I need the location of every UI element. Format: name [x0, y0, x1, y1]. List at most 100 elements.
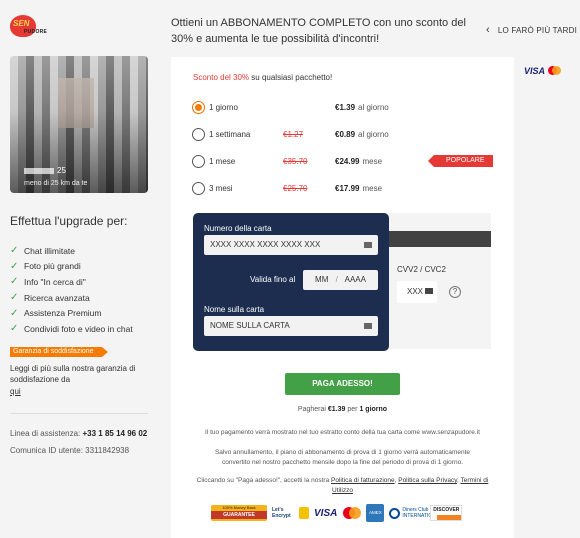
check-icon: ✓: [10, 245, 19, 257]
keyboard-icon: [364, 242, 372, 248]
guarantee-link[interactable]: qui: [10, 387, 21, 396]
diners-club-badge: Diners Club INTERNATIONAL: [389, 507, 442, 519]
feature-label: Chat illimitate: [24, 245, 76, 256]
check-icon: ✓: [10, 307, 19, 319]
support-phone[interactable]: +33 1 85 14 96 02: [83, 429, 148, 438]
sidebar: SEN PUDORE 25 meno di 25 km da te Effett…: [0, 0, 160, 538]
plan-price: €24.99 mese: [335, 157, 382, 166]
card-number-input[interactable]: XXXX XXXX XXXX XXXX XXX: [204, 235, 378, 255]
radio-unselected[interactable]: [192, 182, 205, 195]
feature-item: ✓ Foto più grandi: [10, 259, 133, 275]
expiry-month: MM: [315, 275, 329, 284]
feature-label: Ricerca avanzata: [24, 292, 90, 303]
cvv-input[interactable]: XXX: [397, 281, 437, 303]
pay-summary: Pagherai €1.39 per 1 giorno: [171, 406, 514, 413]
check-icon: ✓: [10, 260, 19, 272]
terms-prefix: Cliccando su "Paga adesso!", accetti la …: [196, 477, 330, 484]
plan-price: €17.99 mese: [335, 184, 382, 193]
plan-option-1-week[interactable]: 1 settimana €1.27 €0.89 al giorno: [192, 121, 502, 148]
mastercard-badge: [342, 507, 362, 519]
later-button[interactable]: ‹ LO FARÒ PIÙ TARDI: [486, 24, 577, 36]
payment-card: Sconto del 30% su qualsiasi pacchetto! 1…: [171, 57, 514, 538]
blurred-name: [24, 167, 54, 174]
plan-option-3-months[interactable]: 3 mesi €25.70 €17.99 mese: [192, 175, 502, 202]
user-id: Comunica ID utente: 3311842938: [10, 446, 130, 455]
pay-note-amount: €1.39: [327, 406, 346, 413]
offer-text: Sconto del 30% su qualsiasi pacchetto!: [193, 73, 332, 82]
logo[interactable]: SEN PUDORE: [10, 15, 50, 37]
profile-age: 25: [57, 166, 66, 175]
plan-old-price: €1.27: [283, 130, 304, 139]
plan-old-price: €25.70: [283, 184, 308, 193]
plan-option-1-month[interactable]: 1 mese €35.70 €24.99 mese POPOLARE: [192, 148, 502, 175]
plan-label: 1 giorno: [209, 103, 238, 112]
visa-logo: VISA: [524, 66, 545, 76]
feature-label: Condividi foto e video in chat: [24, 323, 133, 334]
radio-selected[interactable]: [192, 101, 205, 114]
check-icon: ✓: [10, 323, 19, 335]
card-number-placeholder: XXXX XXXX XXXX XXXX XXX: [210, 240, 321, 249]
diners-club-icon: [389, 507, 401, 519]
feature-item: ✓ Condividi foto e video in chat: [10, 321, 133, 337]
check-icon: ✓: [10, 292, 19, 304]
keyboard-icon: [364, 323, 372, 329]
card-number-label: Numero della carta: [204, 224, 272, 233]
radio-unselected[interactable]: [192, 155, 205, 168]
guarantee-top-text: 100% Money Back: [222, 505, 256, 510]
plan-old-price: €35.70: [283, 157, 308, 166]
keyboard-icon: [425, 288, 434, 294]
cvv-placeholder: XXX: [407, 287, 424, 296]
pay-note-mid: per: [347, 406, 358, 413]
help-icon[interactable]: ?: [449, 286, 461, 298]
billing-policy-link[interactable]: Politica di fatturazione: [331, 477, 395, 484]
feature-item: ✓ Chat illimitate: [10, 243, 133, 259]
radio-unselected[interactable]: [192, 128, 205, 141]
pay-note-period: 1 giorno: [359, 406, 388, 413]
money-back-guarantee-badge: 100% Money Back GUARANTEE: [211, 505, 267, 521]
support-label: Linea di assistenza:: [10, 429, 81, 438]
profile-distance: meno di 25 km da te: [24, 180, 88, 187]
visa-badge: VISA: [314, 507, 338, 519]
plan-price-value: €24.99: [335, 157, 360, 166]
plan-price-unit: al giorno: [358, 130, 389, 139]
plan-label: 1 mese: [209, 157, 236, 166]
amex-badge: AMEX: [366, 504, 385, 522]
expiry-year: AAAA: [344, 275, 366, 284]
later-label: LO FARÒ PIÙ TARDI: [497, 26, 577, 35]
expiry-input[interactable]: MM / AAAA: [303, 270, 378, 290]
statement-note: Il tuo pagamento verrà mostrato nel tuo …: [205, 429, 480, 436]
profile-photo[interactable]: 25 meno di 25 km da te: [10, 56, 148, 193]
plan-price-unit: mese: [362, 184, 383, 193]
chevron-left-icon: ‹: [486, 24, 490, 36]
plan-price-unit: al giorno: [358, 103, 389, 112]
pay-note-prefix: Pagherai: [297, 406, 326, 413]
plan-price-value: €1.39: [335, 103, 356, 112]
privacy-policy-link[interactable]: Politica sulla Privacy: [398, 477, 457, 484]
pay-now-button[interactable]: PAGA ADESSO!: [285, 373, 400, 395]
guarantee-ribbon: GUARANTEE: [211, 511, 267, 519]
support-line: Linea di assistenza: +33 1 85 14 96 02: [10, 429, 147, 438]
expiry-separator: /: [335, 275, 338, 284]
profile-name-age: 25: [24, 166, 66, 175]
plan-option-1-day[interactable]: 1 giorno €1.39 al giorno: [192, 94, 502, 121]
upgrade-title: Effettua l'upgrade per:: [10, 214, 128, 228]
mastercard-orange-icon: [349, 507, 362, 519]
renewal-note: Salvo annullamento, il piano di abboname…: [214, 449, 471, 466]
plan-price-unit: mese: [362, 157, 383, 166]
card-name-label: Nome sulla carta: [204, 305, 265, 314]
check-icon: ✓: [10, 276, 19, 288]
offer-rest: su qualsiasi pacchetto!: [251, 73, 333, 82]
card-front: Numero della carta XXXX XXXX XXXX XXXX X…: [193, 213, 389, 351]
feature-item: ✓ Info "In cerca di": [10, 274, 133, 290]
discover-badge: DISCOVER: [430, 505, 463, 521]
card-name-placeholder: NOME SULLA CARTA: [210, 321, 290, 330]
feature-list: ✓ Chat illimitate ✓ Foto più grandi ✓ Info …: [10, 243, 133, 337]
card-name-input[interactable]: NOME SULLA CARTA: [204, 316, 378, 336]
popular-tag: POPOLARE: [428, 155, 493, 167]
guarantee-badge: Garanzia di soddisfazione: [10, 347, 108, 357]
sidebar-divider: [10, 413, 148, 414]
expiry-label: Valida fino al: [250, 275, 296, 284]
plan-price-value: €17.99: [335, 184, 360, 193]
plan-list: 1 giorno €1.39 al giorno 1 settimana €1.2…: [192, 94, 502, 202]
feature-label: Info "In cerca di": [24, 276, 86, 287]
